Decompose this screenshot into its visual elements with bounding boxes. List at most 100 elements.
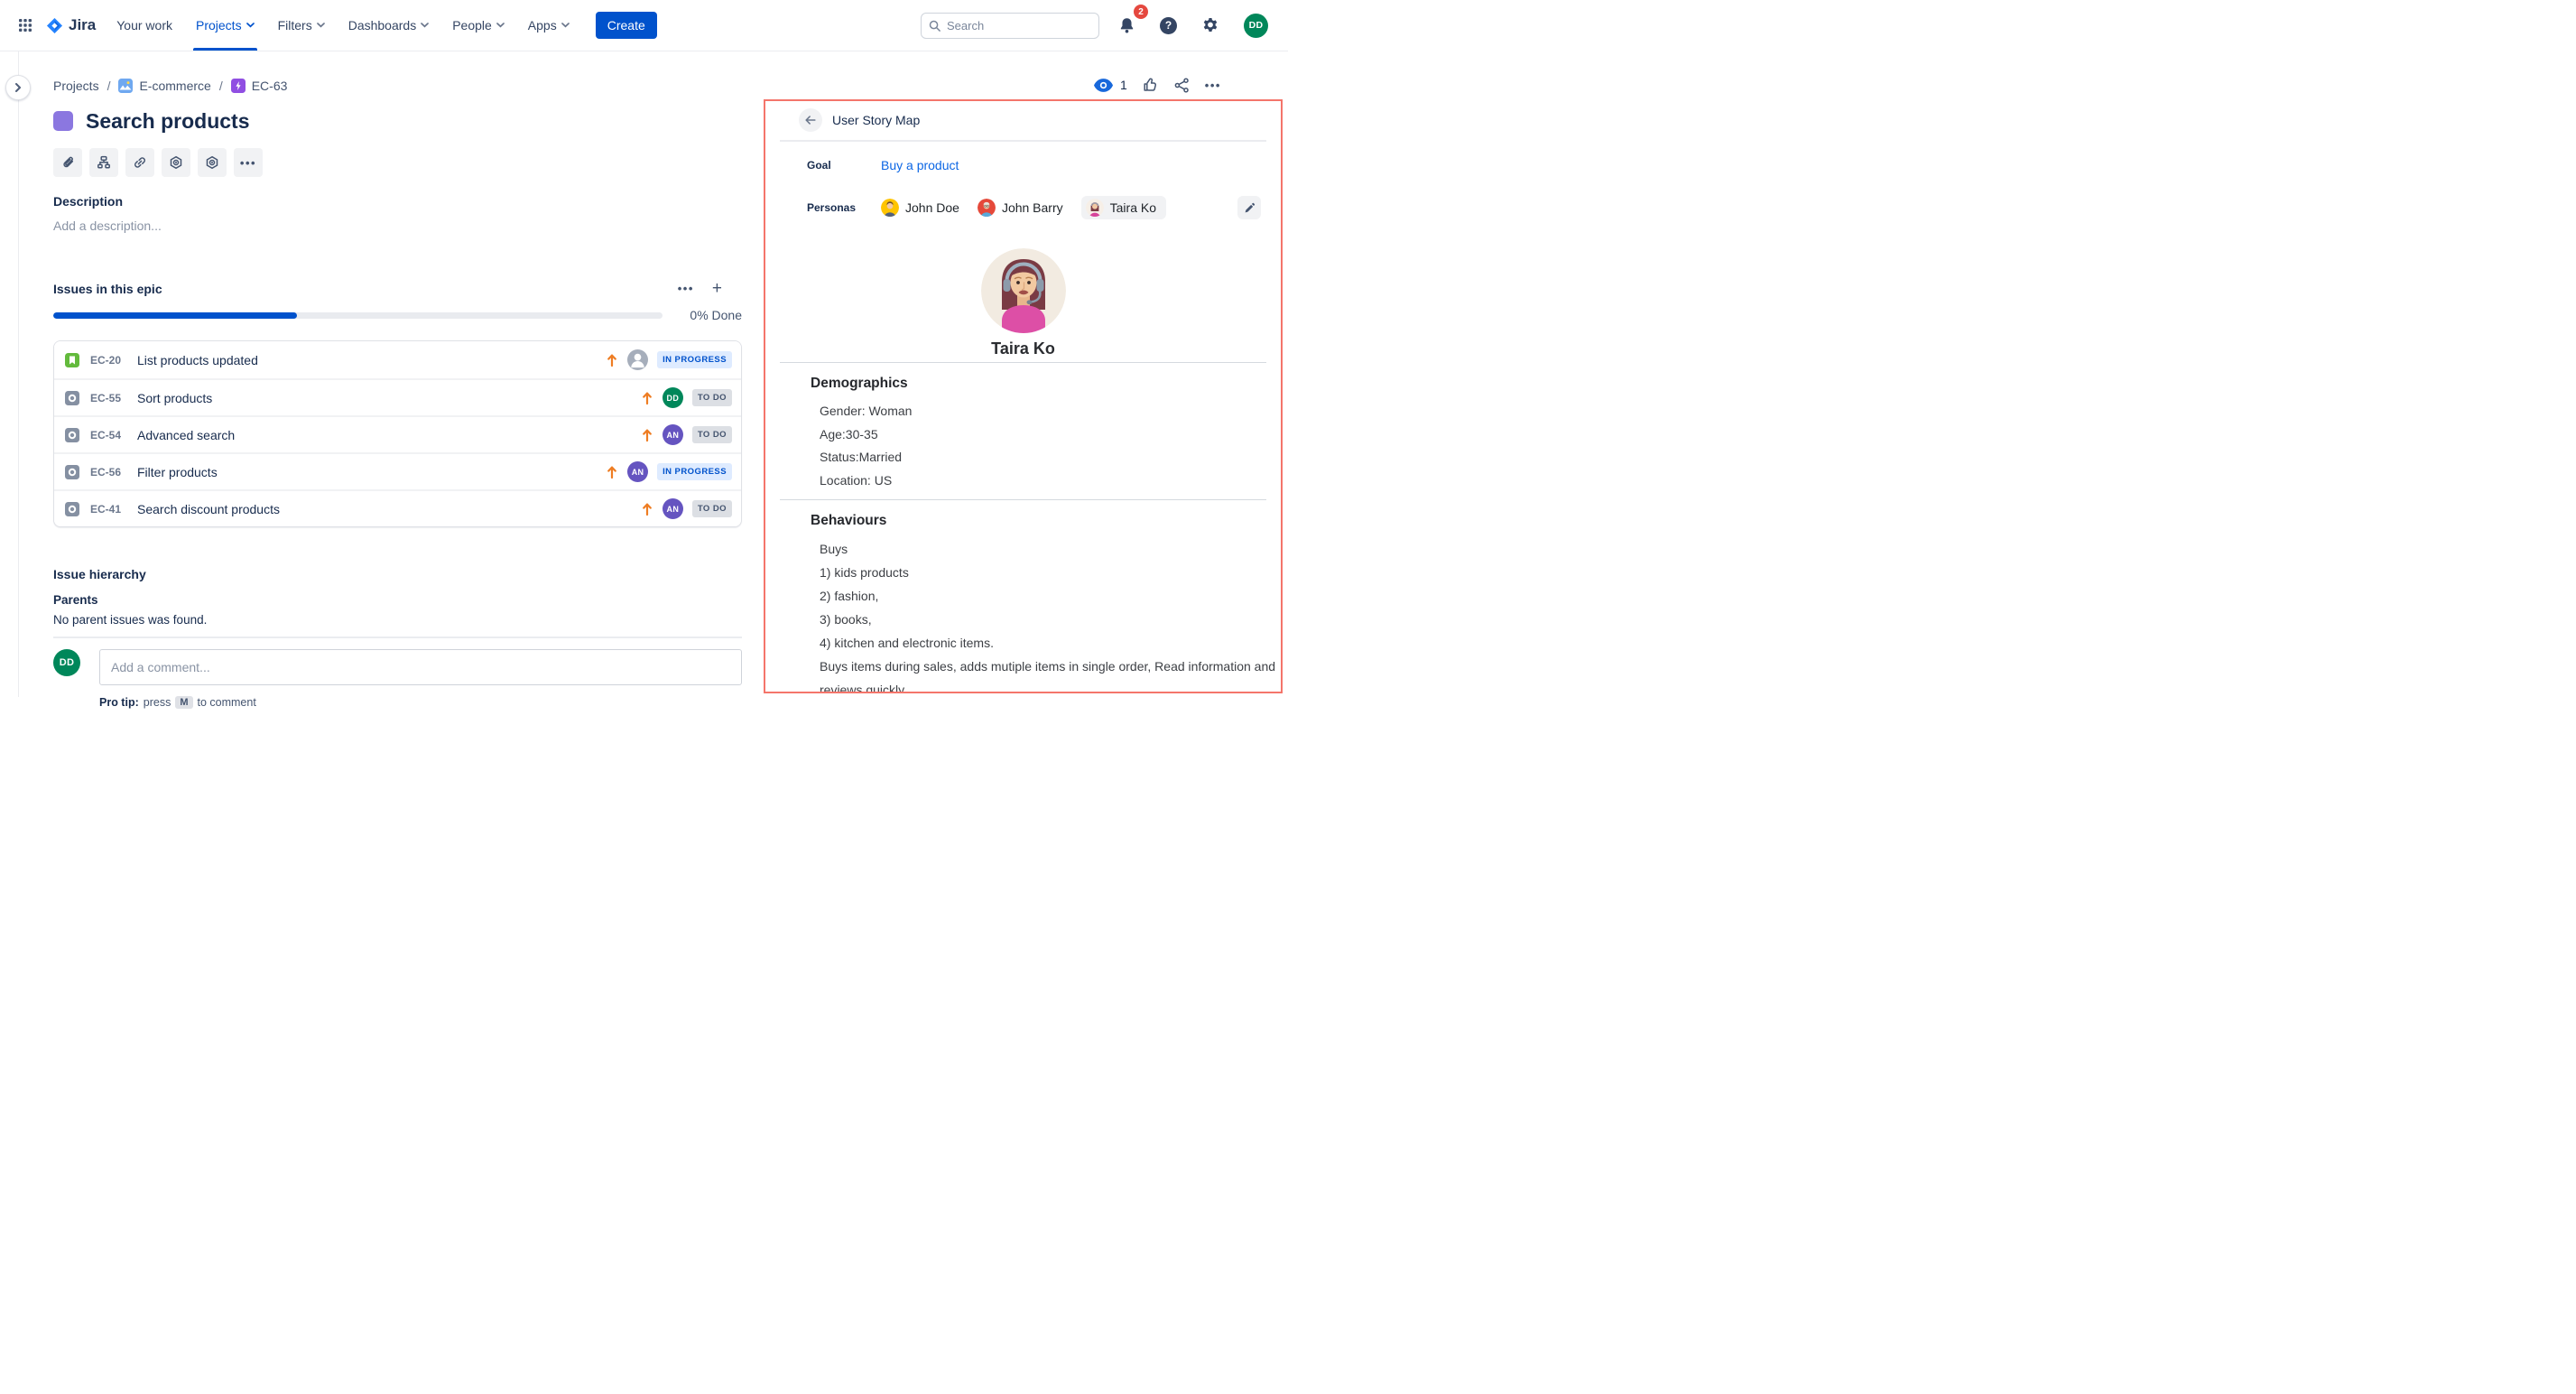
issue-row[interactable]: EC-20 List products updated IN PROGRESS <box>54 341 741 378</box>
like-button[interactable] <box>1143 77 1159 93</box>
watch-count: 1 <box>1120 78 1127 92</box>
more-toolbar-button[interactable]: ••• <box>234 148 263 177</box>
epic-progress-bar <box>53 312 663 319</box>
status-badge[interactable]: TO DO <box>692 426 732 443</box>
section-divider <box>53 637 742 638</box>
watchers-button[interactable]: 1 <box>1094 78 1127 92</box>
nav-your-work[interactable]: Your work <box>105 0 184 51</box>
persona-john-barry[interactable]: John Barry <box>978 199 1063 217</box>
issue-row[interactable]: EC-54 Advanced search AN TO DO <box>54 415 741 452</box>
chevron-right-icon <box>14 83 23 92</box>
app-switcher-button[interactable] <box>13 13 38 38</box>
assignee-avatar[interactable]: AN <box>663 424 683 445</box>
attach-button[interactable] <box>53 148 82 177</box>
expand-sidebar-button[interactable] <box>5 75 31 100</box>
chevron-down-icon <box>317 23 325 28</box>
assignee-avatar[interactable]: AN <box>663 498 683 519</box>
goal-link[interactable]: Buy a product <box>881 158 959 172</box>
issue-row[interactable]: EC-56 Filter products AN IN PROGRESS <box>54 452 741 489</box>
hierarchy-icon <box>97 155 111 170</box>
top-navigation: Jira Your work Projects Filters Dashboar… <box>0 0 1288 51</box>
priority-high-icon <box>641 428 653 442</box>
persona-john-doe[interactable]: John Doe <box>881 199 959 217</box>
global-search <box>921 13 1099 39</box>
app-switcher-icon <box>18 18 32 33</box>
persona-name: Taira Ko <box>765 339 1281 358</box>
search-input[interactable] <box>921 13 1099 39</box>
issue-row[interactable]: EC-41 Search discount products AN TO DO <box>54 489 741 526</box>
epic-issues-more-button[interactable]: ••• <box>678 282 694 295</box>
notifications-button[interactable]: 2 <box>1113 11 1141 40</box>
behaviour-item: Buys items during sales, adds mutiple it… <box>820 655 1282 693</box>
add-child-issue-button[interactable] <box>89 148 118 177</box>
add-to-sprint-button[interactable] <box>198 148 227 177</box>
arrow-left-icon <box>804 114 817 126</box>
unassigned-avatar[interactable] <box>627 349 648 370</box>
more-actions-button[interactable]: ••• <box>1205 79 1221 92</box>
persona-taira-ko[interactable]: Taira Ko <box>1081 196 1166 219</box>
back-button[interactable] <box>799 108 822 132</box>
breadcrumb-separator: / <box>219 79 223 93</box>
breadcrumb-projects[interactable]: Projects <box>53 79 99 93</box>
jira-logo-text: Jira <box>69 16 96 34</box>
epic-type-icon <box>231 79 246 93</box>
add-to-epic-button[interactable] <box>162 148 190 177</box>
status-badge[interactable]: TO DO <box>692 389 732 406</box>
status-badge[interactable]: IN PROGRESS <box>657 463 732 480</box>
user-story-map-panel: User Story Map Goal Buy a product Person… <box>764 99 1283 693</box>
assignee-avatar[interactable]: AN <box>627 461 648 482</box>
current-user-avatar: DD <box>53 649 80 676</box>
issue-row[interactable]: EC-55 Sort products DD TO DO <box>54 378 741 415</box>
behaviour-item: Buys <box>820 537 1282 561</box>
issue-hierarchy-heading: Issue hierarchy <box>53 567 742 581</box>
edit-personas-button[interactable] <box>1237 196 1261 219</box>
behaviour-item: 4) kitchen and electronic items. <box>820 631 1282 655</box>
demographics-list: Gender: Woman Age:30-35 Status:Married L… <box>820 400 1282 492</box>
personas-field: Personas John Doe John <box>807 196 1281 219</box>
share-icon <box>1174 78 1190 93</box>
priority-high-icon <box>641 391 653 405</box>
chevron-down-icon <box>561 23 570 28</box>
description-placeholder[interactable]: Add a description... <box>53 218 742 233</box>
issue-actions-cluster: 1 ••• <box>1094 77 1221 93</box>
persona-avatar-icon <box>978 199 996 217</box>
nav-people[interactable]: People <box>440 0 516 51</box>
nav-projects[interactable]: Projects <box>184 0 266 51</box>
panel-header: User Story Map <box>765 101 1281 132</box>
help-button[interactable]: ? <box>1154 12 1182 40</box>
panel-title: User Story Map <box>832 113 920 127</box>
comment-input[interactable] <box>99 649 742 685</box>
link-issue-button[interactable] <box>125 148 154 177</box>
nav-apps[interactable]: Apps <box>516 0 581 51</box>
jira-window: Jira Your work Projects Filters Dashboar… <box>0 0 1288 697</box>
page-body: 1 ••• Projects / <box>0 51 1288 697</box>
persona-avatar-icon <box>881 199 899 217</box>
nav-dashboards[interactable]: Dashboards <box>337 0 441 51</box>
create-button[interactable]: Create <box>596 12 657 39</box>
panel-divider <box>780 362 1266 363</box>
breadcrumb-issue[interactable]: EC-63 <box>231 79 288 93</box>
nav-filters[interactable]: Filters <box>266 0 337 51</box>
priority-high-icon <box>606 353 618 367</box>
share-button[interactable] <box>1174 78 1190 93</box>
issue-key: EC-54 <box>90 429 130 441</box>
issue-summary: List products updated <box>137 353 258 367</box>
personas-label: Personas <box>807 201 881 214</box>
issue-type-icon <box>65 502 79 516</box>
settings-button[interactable] <box>1196 11 1225 40</box>
issue-type-icon <box>65 465 79 479</box>
add-issue-button[interactable]: + <box>712 280 722 297</box>
behaviour-item: 1) kids products <box>820 561 1282 584</box>
pencil-icon <box>1244 202 1256 214</box>
paperclip-icon <box>60 155 75 170</box>
issue-key: EC-20 <box>90 354 130 367</box>
breadcrumb-separator: / <box>107 79 111 93</box>
comment-composer: DD <box>53 649 742 685</box>
jira-logo[interactable]: Jira <box>45 16 96 35</box>
assignee-avatar[interactable]: DD <box>663 387 683 408</box>
status-badge[interactable]: TO DO <box>692 500 732 517</box>
breadcrumb-project[interactable]: E-commerce <box>118 79 210 93</box>
priority-high-icon <box>606 465 618 479</box>
user-avatar-button[interactable]: DD <box>1238 8 1274 43</box>
status-badge[interactable]: IN PROGRESS <box>657 351 732 368</box>
